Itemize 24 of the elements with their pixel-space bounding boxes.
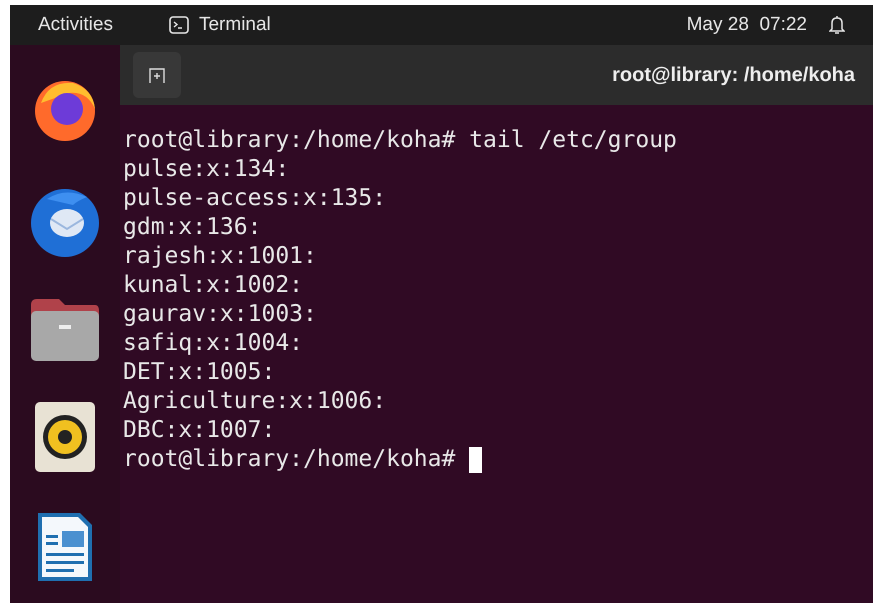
terminal-line: safiq:x:1004: [123, 329, 304, 358]
terminal-icon [168, 16, 189, 34]
terminal-line: Agriculture:x:1006: [123, 387, 386, 416]
terminal-line: kunal:x:1002: [123, 271, 304, 300]
new-tab-button[interactable] [133, 52, 181, 98]
text-cursor [469, 446, 482, 472]
new-tab-icon [148, 67, 166, 83]
bell-icon[interactable] [829, 15, 845, 35]
folder-icon[interactable] [29, 297, 101, 363]
terminal-line: pulse-access:x:135: [123, 184, 386, 213]
terminal-line: pulse:x:134: [123, 155, 290, 184]
activities-button[interactable]: Activities [38, 10, 113, 40]
terminal-line: DBC:x:1007: [123, 416, 276, 445]
shell-prompt: root@library:/home/koha# [123, 445, 456, 474]
clock[interactable]: May 28 07:22 [686, 10, 807, 40]
app-menu[interactable]: Terminal [198, 10, 271, 40]
window-title: root@library: /home/koha [612, 63, 855, 88]
terminal-line: rajesh:x:1001: [123, 242, 317, 271]
terminal-line: gdm:x:136: [123, 213, 262, 242]
document-icon[interactable] [36, 511, 94, 583]
terminal-line: root@library:/home/koha# tail /etc/group [123, 126, 677, 155]
speaker-icon[interactable] [34, 401, 96, 473]
terminal-line: gaurav:x:1003: [123, 300, 317, 329]
terminal-line: DET:x:1005: [123, 358, 276, 387]
